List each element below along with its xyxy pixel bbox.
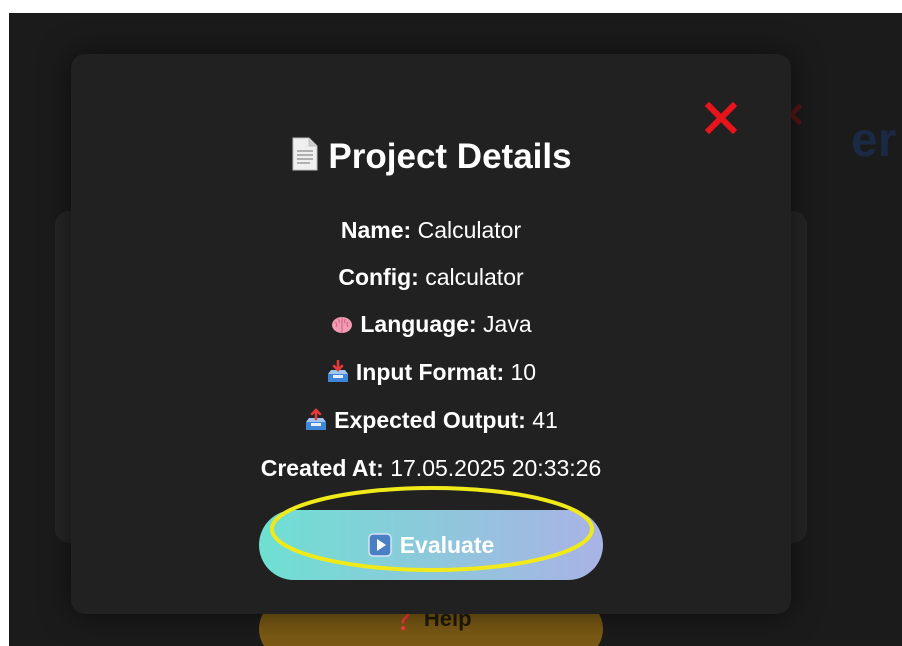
- detail-name-label: Name:: [340, 217, 412, 243]
- play-button-icon: [367, 533, 392, 557]
- detail-language-label: Language:: [360, 311, 477, 337]
- evaluate-button-content: Evaluate: [259, 510, 603, 580]
- detail-expected-output-value: 41: [532, 407, 558, 433]
- detail-input-format-value: 10: [510, 359, 537, 385]
- detail-created-at-value: 17.05.2025 20:33:26: [390, 455, 602, 481]
- detail-created-at-label: Created At:: [260, 455, 384, 481]
- modal-title: Project Details: [71, 134, 791, 180]
- inbox-tray-icon: [327, 360, 348, 382]
- detail-name-value: Calculator: [417, 217, 522, 243]
- close-button[interactable]: [703, 100, 739, 136]
- detail-language: Language: Java: [71, 309, 791, 339]
- detail-name: Name: Calculator: [71, 215, 791, 245]
- brain-icon: [332, 317, 353, 333]
- detail-config-label: Config:: [338, 264, 419, 290]
- detail-created-at: Created At: 17.05.2025 20:33:26: [71, 453, 791, 483]
- app-viewport: ✕ er ❓ Help Project Details Name: Calcul…: [9, 13, 902, 646]
- detail-config: Config: calculator: [71, 262, 791, 292]
- detail-expected-output: Expected Output: 41: [71, 405, 791, 435]
- close-icon: [704, 101, 738, 135]
- evaluate-button-label: Evaluate: [399, 531, 495, 558]
- detail-expected-output-label: Expected Output:: [334, 407, 526, 433]
- background-heading: er: [851, 114, 897, 167]
- detail-config-value: calculator: [425, 264, 524, 290]
- detail-input-format-label: Input Format:: [355, 359, 505, 385]
- detail-input-format: Input Format: 10: [71, 357, 791, 387]
- modal-title-text: Project Details: [328, 137, 572, 176]
- page-icon: [292, 137, 318, 171]
- outbox-tray-icon: [306, 408, 327, 430]
- detail-language-value: Java: [483, 311, 532, 337]
- project-details-modal: Project Details Name: Calculator Config:…: [71, 54, 791, 614]
- evaluate-button[interactable]: Evaluate: [259, 510, 603, 580]
